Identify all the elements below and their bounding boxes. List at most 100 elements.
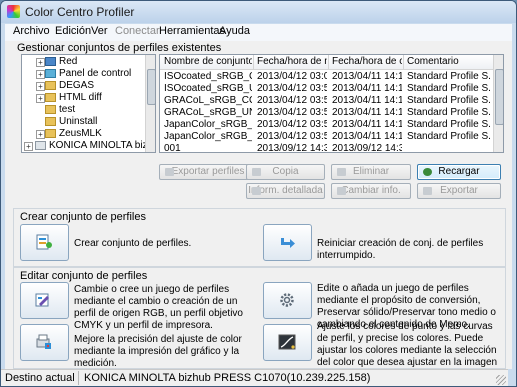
info-icon [252, 187, 261, 195]
sets-group-label: Gestionar conjuntos de perfiles existent… [17, 42, 222, 54]
create-panel-title: Crear conjunto de perfiles [20, 211, 146, 223]
table-cell: GRACoL_sRGB_UNC... [164, 107, 252, 118]
menu-edicion[interactable]: Edición [55, 25, 91, 37]
change-create-profile-text: Cambie o cree un juego de perfiles media… [74, 284, 243, 331]
table-row[interactable]: 001 2013/09/12 14:31:47 2013/09/12 14:31:4… [160, 143, 493, 153]
improve-precision-button[interactable] [20, 324, 69, 361]
tree-item-label: HTML diff [59, 92, 102, 103]
folder-icon [45, 117, 56, 126]
folder-icon [45, 93, 56, 102]
app-window: Color Centro Profiler Archivo Edición Ve… [0, 0, 517, 387]
table-header: Nombre de conjunto ... Fecha/hora de mo.… [160, 55, 493, 70]
table-cell: ISOcoated_sRGB_CO... [164, 71, 252, 82]
column-header-created[interactable]: Fecha/hora de cre... [332, 56, 402, 67]
table-row[interactable]: ISOcoated_sRGB_UN... 2013/04/12 03:58:00 2… [160, 83, 493, 95]
table-cell: 2013/04/11 14:14:11 [332, 119, 402, 130]
folder-icon [45, 81, 56, 90]
change-info-button[interactable]: Cambiar info. [331, 183, 411, 199]
scroll-thumb[interactable] [147, 69, 155, 105]
improve-precision-text: Mejore la precisión del ajuste de color … [74, 334, 242, 369]
table-cell: Standard Profile S... [407, 107, 491, 118]
table-cell: Standard Profile S... [407, 131, 491, 142]
table-cell: 2013/04/12 03:55:46 [257, 119, 327, 130]
scroll-thumb[interactable] [495, 69, 503, 125]
expand-icon[interactable]: + [36, 82, 45, 91]
table-cell: 2013/04/12 03:02:44 [257, 71, 327, 82]
table-row[interactable]: JapanColor_sRGB_C... 2013/04/12 03:55:46 2… [160, 119, 493, 131]
table-cell: 2013/09/12 14:31:47 [332, 143, 402, 153]
detail-info-button[interactable]: Inform. detallada [246, 183, 325, 199]
create-profile-set-text: Crear conjunto de perfiles. [74, 238, 192, 249]
menu-ayuda[interactable]: Ayuda [219, 25, 250, 37]
title-bar: Color Centro Profiler [1, 1, 516, 23]
table-cell: Standard Profile S... [407, 119, 491, 130]
tree-item-label: test [59, 104, 76, 115]
table-cell: 2013/04/12 03:57:37 [257, 107, 327, 118]
table-row[interactable]: JapanColor_sRGB_U... 2013/04/12 03:58:20 2… [160, 131, 493, 143]
table-cell: 2013/04/11 14:14:17 [332, 107, 402, 118]
edit-icon [337, 187, 346, 195]
profile-set-icon [36, 234, 52, 250]
adjust-spot-colors-button[interactable] [263, 324, 312, 361]
edit-conversion-button[interactable] [263, 282, 312, 319]
expand-icon[interactable]: + [36, 58, 45, 67]
table-cell: ISOcoated_sRGB_UN... [164, 83, 252, 94]
reload-button[interactable]: Recargar [417, 164, 501, 180]
reload-icon [423, 168, 432, 176]
table-cell: 2013/04/12 03:57:07 [257, 95, 327, 106]
folder-tree[interactable]: + Red + Panel de control + DEGAS + HTML … [21, 54, 156, 153]
network-icon [45, 57, 56, 66]
expand-icon[interactable]: + [24, 142, 33, 151]
table-cell: JapanColor_sRGB_C... [164, 119, 252, 130]
delete-button[interactable]: Eliminar [331, 164, 411, 180]
curve-adjust-icon [278, 334, 296, 350]
table-row[interactable]: ISOcoated_sRGB_CO... 2013/04/12 03:02:44 2… [160, 71, 493, 83]
resize-grip-icon[interactable] [496, 375, 506, 385]
column-header-name[interactable]: Nombre de conjunto ... [164, 56, 252, 67]
resume-creation-button[interactable] [263, 224, 312, 261]
folder-icon [45, 105, 56, 114]
export-profiles-button[interactable]: Exportar perfiles [159, 164, 257, 180]
table-cell: JapanColor_sRGB_U... [164, 131, 252, 142]
expand-icon[interactable]: + [36, 94, 45, 103]
export-icon [165, 168, 174, 176]
printer-icon [35, 141, 46, 150]
create-sets-panel: Crear conjunto de perfiles Crear conjunt… [13, 208, 506, 267]
create-profile-set-button[interactable] [20, 224, 69, 261]
menu-herramientas[interactable]: Herramientas [159, 25, 225, 37]
expand-icon[interactable]: + [36, 70, 45, 79]
table-cell: 2013/04/11 14:12:30 [332, 71, 402, 82]
table-cell: 001 [164, 143, 181, 153]
table-cell: 2013/04/11 14:18:50 [332, 95, 402, 106]
menu-archivo[interactable]: Archivo [13, 25, 50, 37]
tree-vertical-scrollbar[interactable] [145, 55, 155, 152]
table-cell: 2013/04/11 14:15:30 [332, 131, 402, 142]
expand-icon[interactable]: + [36, 130, 45, 139]
profile-sets-table[interactable]: Nombre de conjunto ... Fecha/hora de mo.… [159, 54, 504, 153]
column-header-modified[interactable]: Fecha/hora de mo... [257, 56, 327, 67]
copy-button[interactable]: Copia [246, 164, 325, 180]
export-button[interactable]: Exportar [417, 183, 501, 199]
window-title: Color Centro Profiler [25, 5, 135, 19]
tree-item-label: Uninstall [59, 116, 98, 127]
tree-item-label: Panel de control [59, 68, 132, 79]
table-row[interactable]: GRACoL_sRGB_UNC... 2013/04/12 03:57:37 201… [160, 107, 493, 119]
change-create-profile-button[interactable] [20, 282, 69, 319]
table-vertical-scrollbar[interactable] [493, 55, 503, 152]
menu-ver[interactable]: Ver [91, 25, 108, 37]
table-row[interactable]: GRACoL_sRGB_COAT 2013/04/12 03:57:07 2013/… [160, 95, 493, 107]
tree-item-label: DEGAS [59, 80, 95, 91]
edit-panel-title: Editar conjunto de perfiles [20, 270, 148, 282]
copy-icon [252, 168, 261, 176]
resume-arrow-icon [281, 238, 295, 248]
folder-icon [45, 129, 56, 138]
column-header-comment[interactable]: Comentario [407, 56, 491, 67]
menu-bar: Archivo Edición Ver Conectar Herramienta… [5, 24, 512, 41]
current-destination: KONICA MINOLTA bizhub PRESS C1070(10.239… [84, 372, 371, 384]
tree-item-label: Red [59, 56, 78, 67]
export-icon [423, 187, 432, 195]
table-cell: Standard Profile S... [407, 71, 491, 82]
menu-conectar[interactable]: Conectar [115, 25, 160, 37]
main-client-area: Gestionar conjuntos de perfiles existent… [5, 41, 512, 380]
control-panel-icon [45, 69, 56, 78]
